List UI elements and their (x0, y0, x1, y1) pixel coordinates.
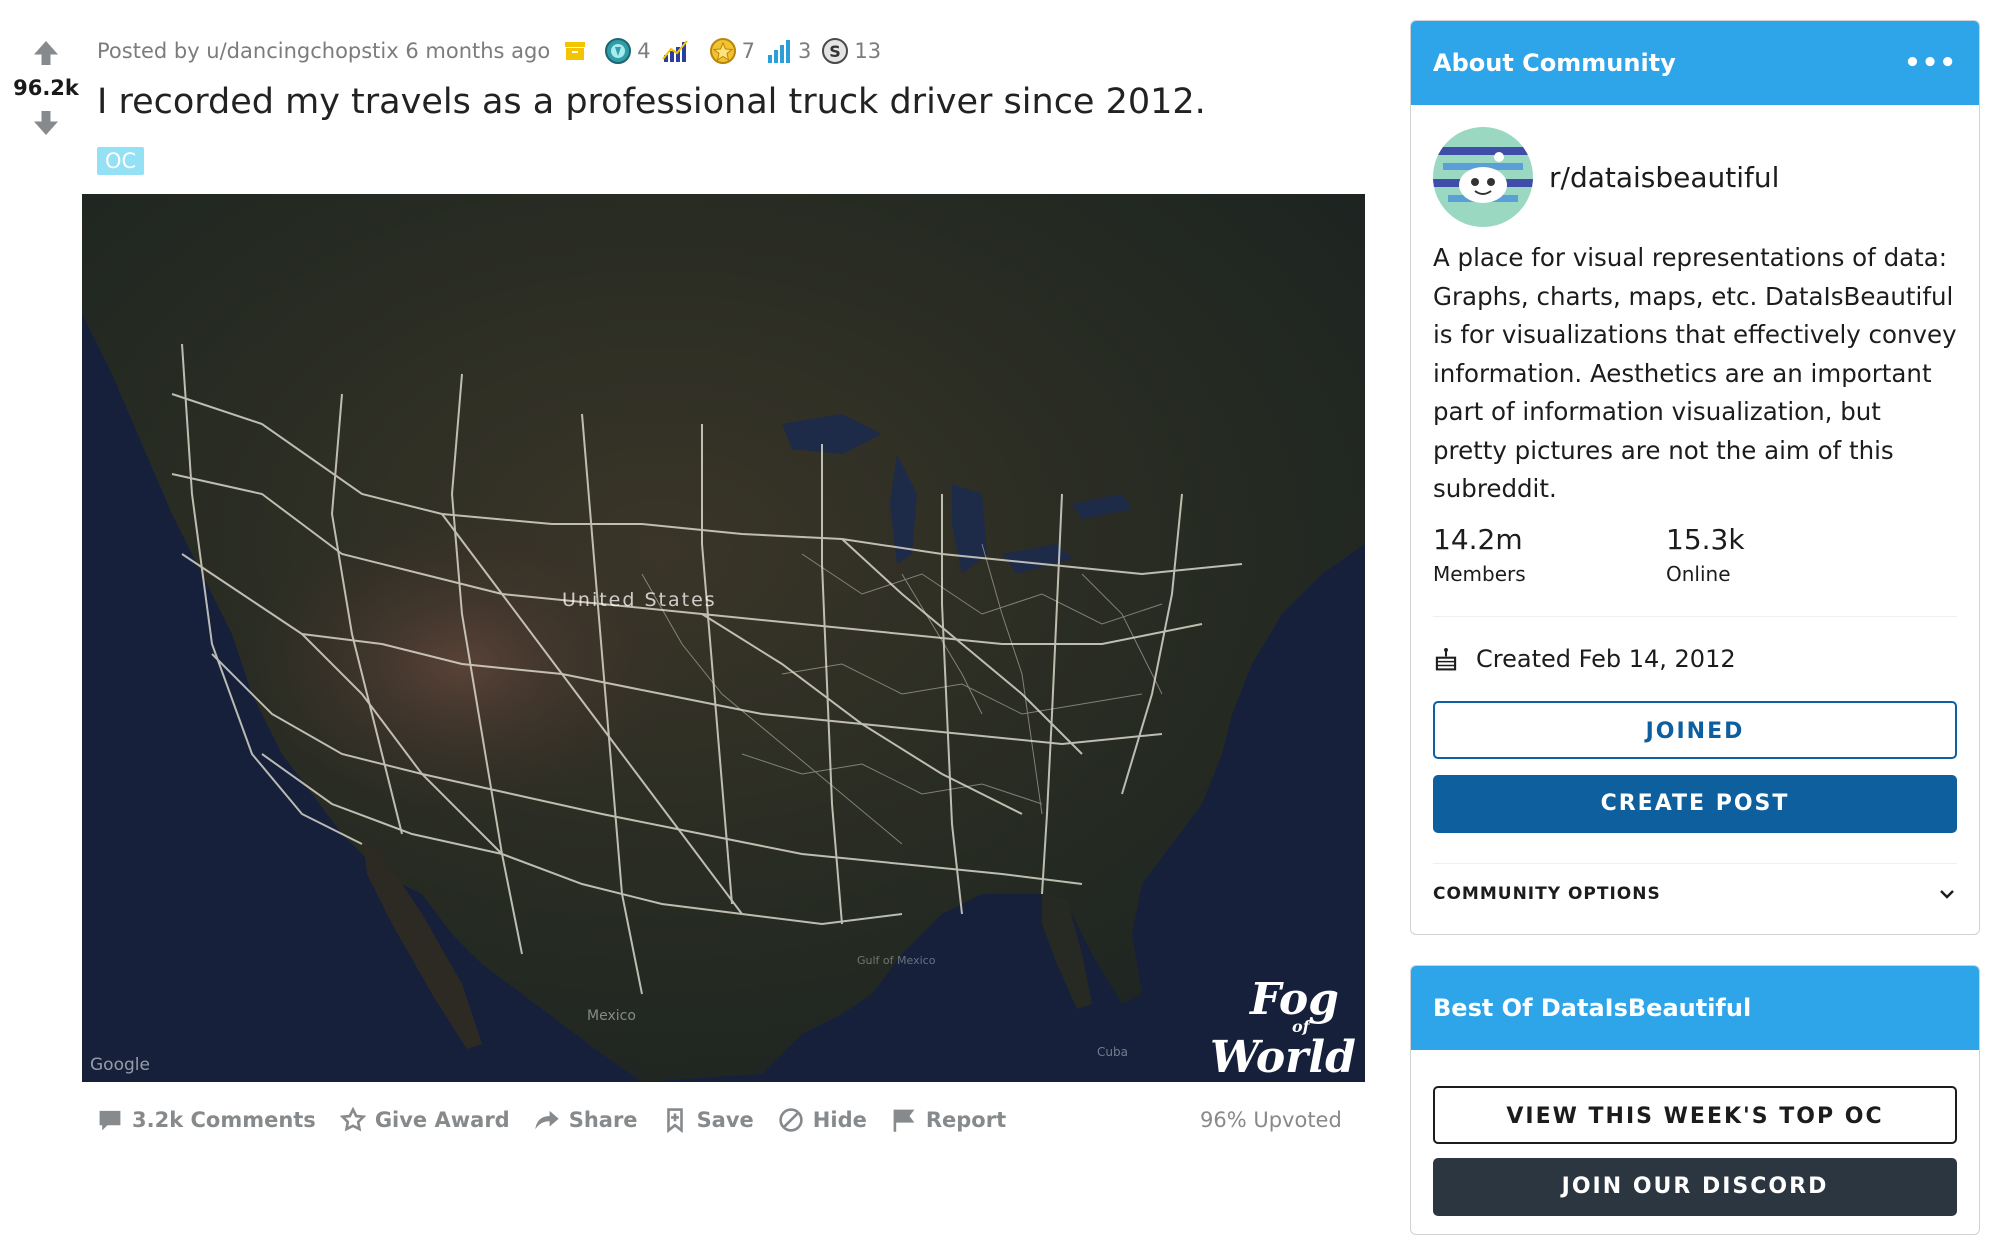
created-label: Created Feb 14, 2012 (1476, 644, 1736, 673)
archived-icon (565, 42, 586, 60)
award-count: 7 (741, 39, 755, 63)
share-button[interactable]: Share (534, 1107, 638, 1133)
upvote-ratio: 96% Upvoted (1200, 1108, 1342, 1132)
award-gold[interactable]: 7 (709, 37, 755, 65)
hide-icon (779, 1108, 803, 1132)
sidebar: About Community ••• r/dataisbeautiful A … (1410, 20, 1980, 1235)
map-label-united-states: United States (562, 589, 717, 611)
truck-route-map: United States Mexico Gulf of Mexico Cuba… (82, 194, 1365, 1082)
award-icon (339, 1107, 366, 1132)
snoo-icon (1433, 127, 1533, 227)
post-title[interactable]: I recorded my travels as a professional … (97, 82, 1206, 122)
award-bar-chart[interactable]: 3 (765, 37, 811, 65)
community-description: A place for visual representations of da… (1433, 243, 1957, 503)
upvote-icon[interactable] (31, 38, 61, 68)
give-award-button[interactable]: Give Award (339, 1107, 510, 1133)
vote-score: 96.2k (13, 76, 79, 100)
members-label: Members (1433, 561, 1526, 586)
community-stats: 14.2m Members 15.3k Online (1433, 523, 1957, 586)
google-logo: Google (90, 1055, 150, 1075)
online-count: 15.3k (1666, 522, 1745, 556)
award-chart[interactable] (661, 37, 699, 65)
svg-text:World: World (1210, 1032, 1356, 1082)
gold-award-icon (709, 38, 736, 64)
platinum-award-icon (605, 38, 632, 64)
bookmark-icon (666, 1108, 683, 1133)
members-stat: 14.2m Members (1433, 523, 1666, 586)
silver-award-icon: S (822, 38, 849, 64)
bar-chart-award-icon (767, 40, 790, 63)
save-label: Save (696, 1108, 754, 1132)
post-image[interactable]: United States Mexico Gulf of Mexico Cuba… (82, 194, 1365, 1082)
community-identity: r/dataisbeautiful (1433, 127, 1957, 227)
award-platinum[interactable]: 4 (604, 37, 651, 65)
post: 96.2k Posted by u/dancingchopstix 6 mont… (0, 0, 1390, 1173)
save-button[interactable]: Save (662, 1107, 754, 1133)
community-avatar[interactable] (1433, 127, 1533, 227)
posted-by[interactable]: Posted by u/dancingchopstix 6 months ago (97, 39, 550, 63)
members-count: 14.2m (1433, 522, 1523, 556)
award-count: 4 (637, 39, 651, 63)
post-flair[interactable]: OC (97, 147, 145, 175)
divider (1433, 615, 1957, 617)
chevron-down-icon (1940, 889, 1954, 899)
best-of-title: Best Of DataIsBeautiful (1433, 993, 1752, 1022)
community-options-label: COMMUNITY OPTIONS (1433, 883, 1661, 904)
divider (1433, 862, 1957, 864)
comments-label: 3.2k Comments (132, 1108, 316, 1132)
share-icon (535, 1110, 559, 1130)
award-silver[interactable]: S 13 (821, 37, 881, 65)
online-label: Online (1666, 561, 1731, 586)
cake-icon (1435, 647, 1457, 670)
post-meta: Posted by u/dancingchopstix 6 months ago… (97, 34, 891, 68)
vote-column: 96.2k (0, 30, 92, 146)
community-options-toggle[interactable]: COMMUNITY OPTIONS (1433, 872, 1957, 916)
best-of-card: Best Of DataIsBeautiful VIEW THIS WEEK'S… (1410, 964, 1980, 1235)
created-date: Created Feb 14, 2012 (1433, 639, 1957, 679)
share-label: Share (568, 1108, 638, 1132)
about-community-header: About Community ••• (1411, 21, 1979, 105)
map-label-cuba: Cuba (1097, 1045, 1128, 1059)
top-oc-button[interactable]: VIEW THIS WEEK'S TOP OC (1433, 1085, 1957, 1144)
flag-icon (893, 1109, 915, 1132)
report-button[interactable]: Report (891, 1107, 1006, 1133)
map-label-mexico: Mexico (587, 1008, 636, 1024)
downvote-icon[interactable] (31, 108, 61, 138)
create-post-button[interactable]: CREATE POST (1433, 774, 1957, 833)
hide-button[interactable]: Hide (778, 1107, 867, 1133)
wholesome-chart-award-icon (661, 40, 688, 62)
award-count: 3 (797, 39, 812, 63)
about-community-card: About Community ••• r/dataisbeautiful A … (1410, 20, 1980, 935)
joined-button[interactable]: JOINED (1433, 700, 1957, 759)
award-count: 13 (854, 39, 882, 63)
post-actions: 3.2k Comments Give Award Share Save Hide… (97, 1100, 1030, 1140)
best-of-header: Best Of DataIsBeautiful (1411, 965, 1979, 1050)
svg-text:S: S (830, 42, 842, 61)
discord-button[interactable]: JOIN OUR DISCORD (1433, 1157, 1957, 1216)
report-label: Report (925, 1108, 1007, 1132)
more-options-icon[interactable]: ••• (1904, 48, 1957, 78)
community-name[interactable]: r/dataisbeautiful (1549, 161, 1779, 194)
about-community-title: About Community (1433, 49, 1676, 77)
online-stat: 15.3k Online (1666, 523, 1899, 586)
give-award-label: Give Award (374, 1108, 510, 1132)
map-label-gulf: Gulf of Mexico (857, 954, 936, 967)
comment-icon (99, 1110, 121, 1131)
comments-button[interactable]: 3.2k Comments (97, 1107, 316, 1133)
hide-label: Hide (812, 1108, 867, 1132)
